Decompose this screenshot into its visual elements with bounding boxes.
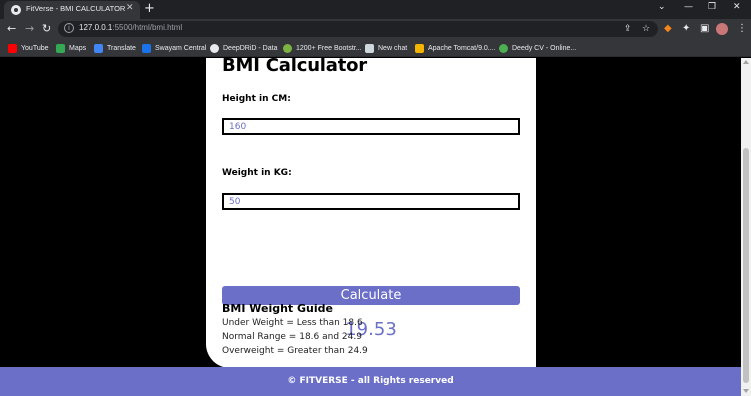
reload-button[interactable]: ↻ xyxy=(42,21,51,37)
bookmark-label: 1200+ Free Bootstr... xyxy=(296,44,362,52)
bookmark-swayam[interactable]: Swayam Central xyxy=(142,42,206,54)
bookmark-label: Swayam Central xyxy=(155,44,207,52)
address-bar[interactable]: i 127.0.0.1:5500/html/bmi.html ⇪ ☆ xyxy=(58,21,658,37)
tab-strip: FitVerse - BMI CALCULATOR ✕ + ⌄ — ❐ ✕ xyxy=(0,0,751,19)
new-tab-button[interactable]: + xyxy=(144,1,155,17)
tab-title: FitVerse - BMI CALCULATOR xyxy=(26,4,126,13)
bookmark-tomcat[interactable]: Apache Tomcat/9.0.... xyxy=(415,42,496,54)
toolbar: ← → ↻ i 127.0.0.1:5500/html/bmi.html ⇪ ☆… xyxy=(0,19,751,39)
bookmark-deepdrid[interactable]: DeepDRiD - Data xyxy=(210,42,277,54)
avatar[interactable] xyxy=(716,23,728,35)
page-title: BMI Calculator xyxy=(222,58,367,76)
maps-icon xyxy=(56,43,65,53)
forward-button[interactable]: → xyxy=(25,21,34,37)
tab-fitverse[interactable]: FitVerse - BMI CALCULATOR ✕ xyxy=(4,1,140,19)
chat-icon xyxy=(365,43,374,53)
guide-line-underweight: Under Weight = Less than 18.6 xyxy=(222,318,363,328)
guide-title: BMI Weight Guide xyxy=(222,302,333,315)
bookmark-label: Apache Tomcat/9.0.... xyxy=(428,44,496,52)
bookmark-label: Translate xyxy=(107,44,136,52)
tomcat-icon xyxy=(415,43,424,53)
bookmark-label: YouTube xyxy=(21,44,49,52)
bookmark-label: New chat xyxy=(378,44,408,52)
bookmark-maps[interactable]: Maps xyxy=(56,42,86,54)
bookmark-youtube[interactable]: YouTube xyxy=(8,42,49,54)
url-path: :5500/html/bmi.html xyxy=(112,23,183,32)
bookmark-translate[interactable]: Translate xyxy=(94,42,136,54)
share-icon[interactable]: ⇪ xyxy=(624,22,632,36)
url-host: 127.0.0.1 xyxy=(79,23,113,32)
extensions-icon[interactable]: ✦ xyxy=(682,22,690,36)
guide-line-overweight: Overweight = Greater than 24.9 xyxy=(222,346,368,356)
scroll-down-arrow-icon[interactable] xyxy=(743,389,749,393)
swayam-icon xyxy=(142,43,151,53)
youtube-icon xyxy=(8,43,17,53)
page-scrollbar[interactable] xyxy=(741,58,751,396)
bookmark-deedy[interactable]: Deedy CV - Online... xyxy=(499,42,576,54)
guide-line-normal: Normal Range = 18.6 and 24.9 xyxy=(222,332,362,342)
back-button[interactable]: ← xyxy=(7,21,16,37)
chevron-down-icon[interactable]: ⌄ xyxy=(658,2,666,12)
maximize-button[interactable]: ❐ xyxy=(708,2,716,12)
url-text: 127.0.0.1:5500/html/bmi.html xyxy=(79,23,182,32)
bookmark-label: Deedy CV - Online... xyxy=(512,44,577,52)
bookmark-bootstrap[interactable]: 1200+ Free Bootstr... xyxy=(283,42,362,54)
bookmark-new-chat[interactable]: New chat xyxy=(365,42,407,54)
sidepanel-icon[interactable]: ▣ xyxy=(700,22,709,36)
page-viewport: BMI Calculator Height in CM: Weight in K… xyxy=(0,58,741,396)
close-window-button[interactable]: ✕ xyxy=(733,2,741,12)
close-icon[interactable]: ✕ xyxy=(126,3,134,13)
github-icon xyxy=(210,43,219,53)
translate-icon xyxy=(94,43,103,53)
globe-icon xyxy=(11,5,21,15)
footer: © FITVERSE - all Rights reserved xyxy=(0,367,741,396)
scrollbar-thumb[interactable] xyxy=(743,148,749,383)
bookmark-label: Maps xyxy=(69,44,87,52)
bookmarks-bar: YouTube Maps Translate Swayam Central De… xyxy=(0,39,751,57)
browser-window: FitVerse - BMI CALCULATOR ✕ + ⌄ — ❐ ✕ ← … xyxy=(0,0,751,396)
overleaf-icon xyxy=(499,43,508,53)
leaf-icon xyxy=(283,43,292,53)
scroll-up-arrow-icon[interactable] xyxy=(743,60,749,64)
height-label: Height in CM: xyxy=(222,94,291,104)
star-icon[interactable]: ☆ xyxy=(642,22,650,36)
bookmark-label: DeepDRiD - Data xyxy=(223,44,278,52)
metamask-icon[interactable]: ◆ xyxy=(664,22,672,36)
height-input[interactable] xyxy=(222,118,520,135)
menu-icon[interactable]: ⋮ xyxy=(737,22,747,36)
info-icon[interactable]: i xyxy=(64,23,74,33)
weight-label: Weight in KG: xyxy=(222,168,292,178)
minimize-button[interactable]: — xyxy=(684,2,693,12)
weight-input[interactable] xyxy=(222,193,520,210)
